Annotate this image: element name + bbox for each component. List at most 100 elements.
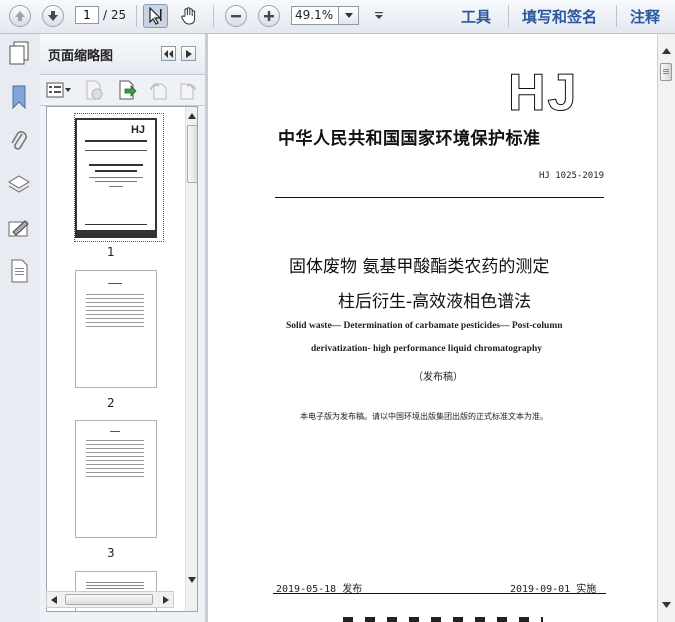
page-thumbnail-2[interactable] bbox=[75, 270, 157, 388]
thumbnail-3-text-lines bbox=[86, 437, 144, 477]
thumbnail-1-footer-bar bbox=[77, 230, 155, 236]
scroll-right-arrow-icon[interactable] bbox=[163, 596, 169, 604]
attachments-button[interactable] bbox=[6, 128, 32, 154]
insert-page-button[interactable] bbox=[117, 80, 137, 103]
thumbnail-label-2: 2 bbox=[107, 396, 115, 410]
rotate-left-button[interactable] bbox=[148, 80, 168, 103]
rotate-right-button[interactable] bbox=[178, 80, 198, 103]
page-thumbnails-button[interactable] bbox=[6, 40, 32, 66]
thumbnail-1-title-line bbox=[89, 164, 143, 166]
toolbar-divider bbox=[616, 5, 617, 27]
plus-icon bbox=[257, 5, 280, 27]
document-icon bbox=[11, 259, 28, 283]
scroll-down-arrow-icon[interactable] bbox=[188, 577, 196, 583]
zoom-out-button[interactable] bbox=[223, 4, 248, 28]
minus-icon bbox=[224, 5, 247, 27]
thumbnail-1-rule bbox=[85, 150, 147, 151]
rotate-right-icon bbox=[180, 83, 196, 100]
bookmark-icon bbox=[12, 85, 26, 109]
fill-and-sign-menu[interactable]: 填写和签名 bbox=[522, 6, 597, 27]
document-vertical-scrollbar[interactable] bbox=[657, 34, 675, 622]
thumbnail-hscroll-thumb[interactable] bbox=[65, 594, 153, 605]
zoom-level-input[interactable]: 49.1% bbox=[291, 6, 339, 25]
select-tool-button[interactable] bbox=[143, 4, 168, 28]
previous-page-button[interactable] bbox=[7, 4, 32, 28]
thumbnail-1-text-line bbox=[89, 177, 143, 178]
thumbnail-1-text-line bbox=[95, 181, 137, 182]
signature-pen-icon bbox=[8, 220, 29, 237]
thumbnail-2-heading-line bbox=[108, 283, 122, 284]
document-scroll-thumb[interactable] bbox=[660, 63, 672, 81]
insert-page-icon bbox=[119, 80, 137, 100]
collapse-panel-button[interactable] bbox=[161, 46, 176, 61]
tools-menu[interactable]: 工具 bbox=[461, 6, 491, 27]
scroll-left-arrow-icon[interactable] bbox=[51, 596, 57, 604]
bookmarks-button[interactable] bbox=[6, 84, 32, 110]
toolbar: / 25 49.1% 工具 填写和签名 注释 bbox=[0, 0, 675, 34]
scroll-down-arrow-icon[interactable] bbox=[662, 602, 671, 608]
footer-rule bbox=[273, 593, 606, 594]
electronic-version-note: 本电子版为发布稿。请以中国环境出版集团出版的正式标准文本为准。 bbox=[300, 412, 548, 421]
thumbnail-panel: 页面缩略图 HJ 1 2 3 bbox=[40, 34, 205, 622]
signatures-button[interactable] bbox=[6, 216, 32, 242]
thumbnail-options-button[interactable] bbox=[46, 80, 74, 100]
panel-menu-button[interactable] bbox=[181, 46, 196, 61]
title-line-1: 固体废物 氨基甲酸酯类农药的测定 bbox=[289, 257, 550, 277]
paperclip-icon bbox=[11, 131, 27, 150]
title-line-2: 柱后衍生-高效液相色谱法 bbox=[338, 292, 532, 312]
thumbnail-1-footer-rule bbox=[85, 224, 147, 225]
footer-text-partial bbox=[343, 612, 543, 622]
layers-icon bbox=[8, 175, 30, 193]
toolbar-divider bbox=[213, 5, 214, 27]
header-rule bbox=[275, 197, 604, 198]
version-label: （发布稿） bbox=[413, 372, 463, 383]
navigation-rail bbox=[0, 34, 41, 622]
english-title-line-2: derivatization- high performance liquid … bbox=[311, 344, 542, 354]
zoom-dropdown-button[interactable] bbox=[339, 6, 359, 25]
chevron-down-icon bbox=[344, 12, 353, 18]
toolbar-divider bbox=[136, 5, 137, 27]
footer-text-fragment bbox=[343, 617, 543, 622]
zoom-in-button[interactable] bbox=[256, 4, 281, 28]
thumbnail-horizontal-scrollbar[interactable] bbox=[46, 591, 174, 608]
thumbnail-scroll-thumb[interactable] bbox=[187, 125, 197, 183]
panel-title: 页面缩略图 bbox=[48, 49, 114, 64]
thumbnail-1-logo: HJ bbox=[130, 124, 145, 136]
standard-heading: 中华人民共和国国家环境保护标准 bbox=[278, 129, 541, 149]
arrow-up-icon bbox=[8, 5, 31, 27]
page-number-input[interactable] bbox=[75, 6, 99, 24]
layers-button[interactable] bbox=[6, 172, 32, 198]
content-button[interactable] bbox=[6, 258, 32, 284]
toolbar-divider bbox=[508, 5, 509, 27]
scroll-up-arrow-icon[interactable] bbox=[188, 113, 196, 119]
thumbnail-1-text-line bbox=[109, 186, 123, 187]
cursor-icon bbox=[148, 7, 161, 25]
delete-page-icon bbox=[86, 80, 103, 100]
thumbnail-label-1: 1 bbox=[107, 245, 115, 259]
thumbnail-2-contents-lines bbox=[86, 291, 144, 327]
list-options-icon bbox=[46, 82, 71, 98]
thumbnail-vertical-scrollbar[interactable] bbox=[185, 107, 197, 611]
double-chevron-left-icon bbox=[164, 49, 173, 58]
scroll-up-arrow-icon[interactable] bbox=[662, 48, 671, 54]
scroll-grip bbox=[663, 69, 669, 75]
panel-header: 页面缩略图 bbox=[40, 34, 205, 75]
delete-page-button[interactable] bbox=[84, 80, 104, 103]
thumbnail-list: HJ 1 2 3 bbox=[46, 106, 198, 612]
standard-number: HJ 1025-2019 bbox=[539, 171, 605, 181]
page-total: / 25 bbox=[103, 8, 127, 22]
page-thumbnail-1[interactable]: HJ bbox=[75, 118, 157, 238]
hj-logo: HJ bbox=[507, 64, 579, 122]
hand-tool-button[interactable] bbox=[176, 4, 201, 28]
document-page: HJ 中华人民共和国国家环境保护标准 HJ 1025-2019 固体废物 氨基甲… bbox=[208, 34, 657, 622]
comment-menu[interactable]: 注释 bbox=[630, 6, 660, 27]
page-thumbnail-3[interactable] bbox=[75, 420, 157, 538]
panel-toolbar bbox=[40, 75, 205, 106]
toolbar-options-button[interactable] bbox=[366, 4, 391, 28]
rotate-left-icon bbox=[150, 83, 167, 100]
pages-icon bbox=[9, 41, 29, 65]
thumbnail-3-heading-line bbox=[110, 431, 120, 432]
thumbnail-label-3: 3 bbox=[107, 546, 115, 560]
english-title-line-1: Solid waste— Determination of carbamate … bbox=[286, 321, 563, 331]
next-page-button[interactable] bbox=[40, 4, 65, 28]
